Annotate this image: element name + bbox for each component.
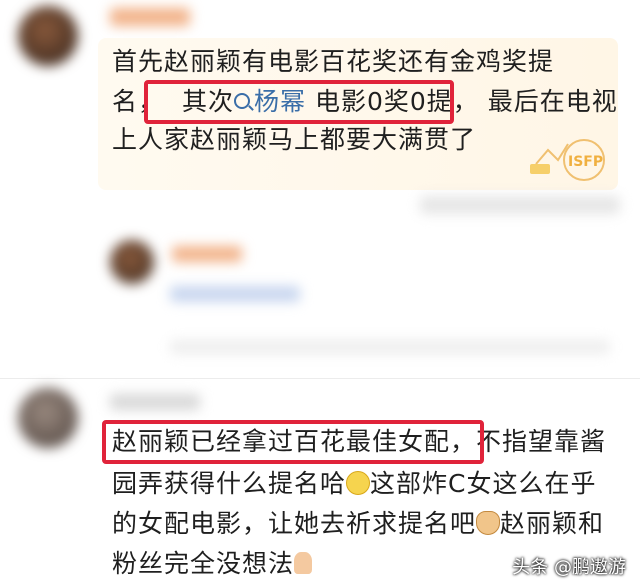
comment-text: 首先赵丽颖有电影百花奖还有金鸡奖提 (112, 47, 555, 76)
comment-text: 赵丽颖和 (500, 509, 605, 538)
comment-text: 这部炸C女这么在乎 (370, 469, 597, 498)
isfp-badge-icon: ISFP (530, 139, 605, 181)
comment-text-line: 上人家赵丽颖马上都要大满贯了 (112, 124, 476, 156)
cat-emoji-icon (476, 511, 501, 535)
smile-emoji-icon (346, 471, 371, 495)
reply-action-row[interactable] (170, 340, 610, 354)
comment-text-line: 园弄获得什么提名哈 这部炸C女这么在乎 (112, 468, 596, 500)
comment-text: 的女配电影，让她去祈求提名吧 (112, 509, 477, 538)
username[interactable] (110, 8, 190, 26)
comment-text-line: 首先赵丽颖有电影百花奖还有金鸡奖提 (112, 46, 554, 78)
comment-text: 园弄获得什么提名哈 (112, 469, 347, 498)
action-row[interactable] (420, 196, 620, 214)
comment-text: 粉丝完全没想法 (112, 549, 295, 578)
divider (0, 378, 640, 379)
badge-label: ISFP (568, 154, 603, 170)
comment-text-line: 粉丝完全没想法 (112, 548, 313, 580)
reply-text (170, 286, 300, 302)
highlight-box (102, 420, 484, 464)
reply-avatar[interactable] (110, 240, 154, 284)
avatar[interactable] (18, 6, 78, 66)
reply-username[interactable] (172, 246, 242, 262)
username[interactable] (110, 394, 200, 410)
pray-emoji-icon (294, 552, 313, 574)
comment-text: 不指望靠酱 (476, 427, 607, 456)
avatar[interactable] (18, 388, 78, 448)
comment-text-line: 的女配电影，让她去祈求提名吧 赵丽颖和 (112, 508, 604, 540)
highlight-box (144, 80, 454, 124)
watermark: 头条 @鹏遨游 (512, 557, 626, 578)
comment-text: 上人家赵丽颖马上都要大满贯了 (112, 125, 477, 154)
comment-text: 最后在电视 (478, 87, 618, 116)
